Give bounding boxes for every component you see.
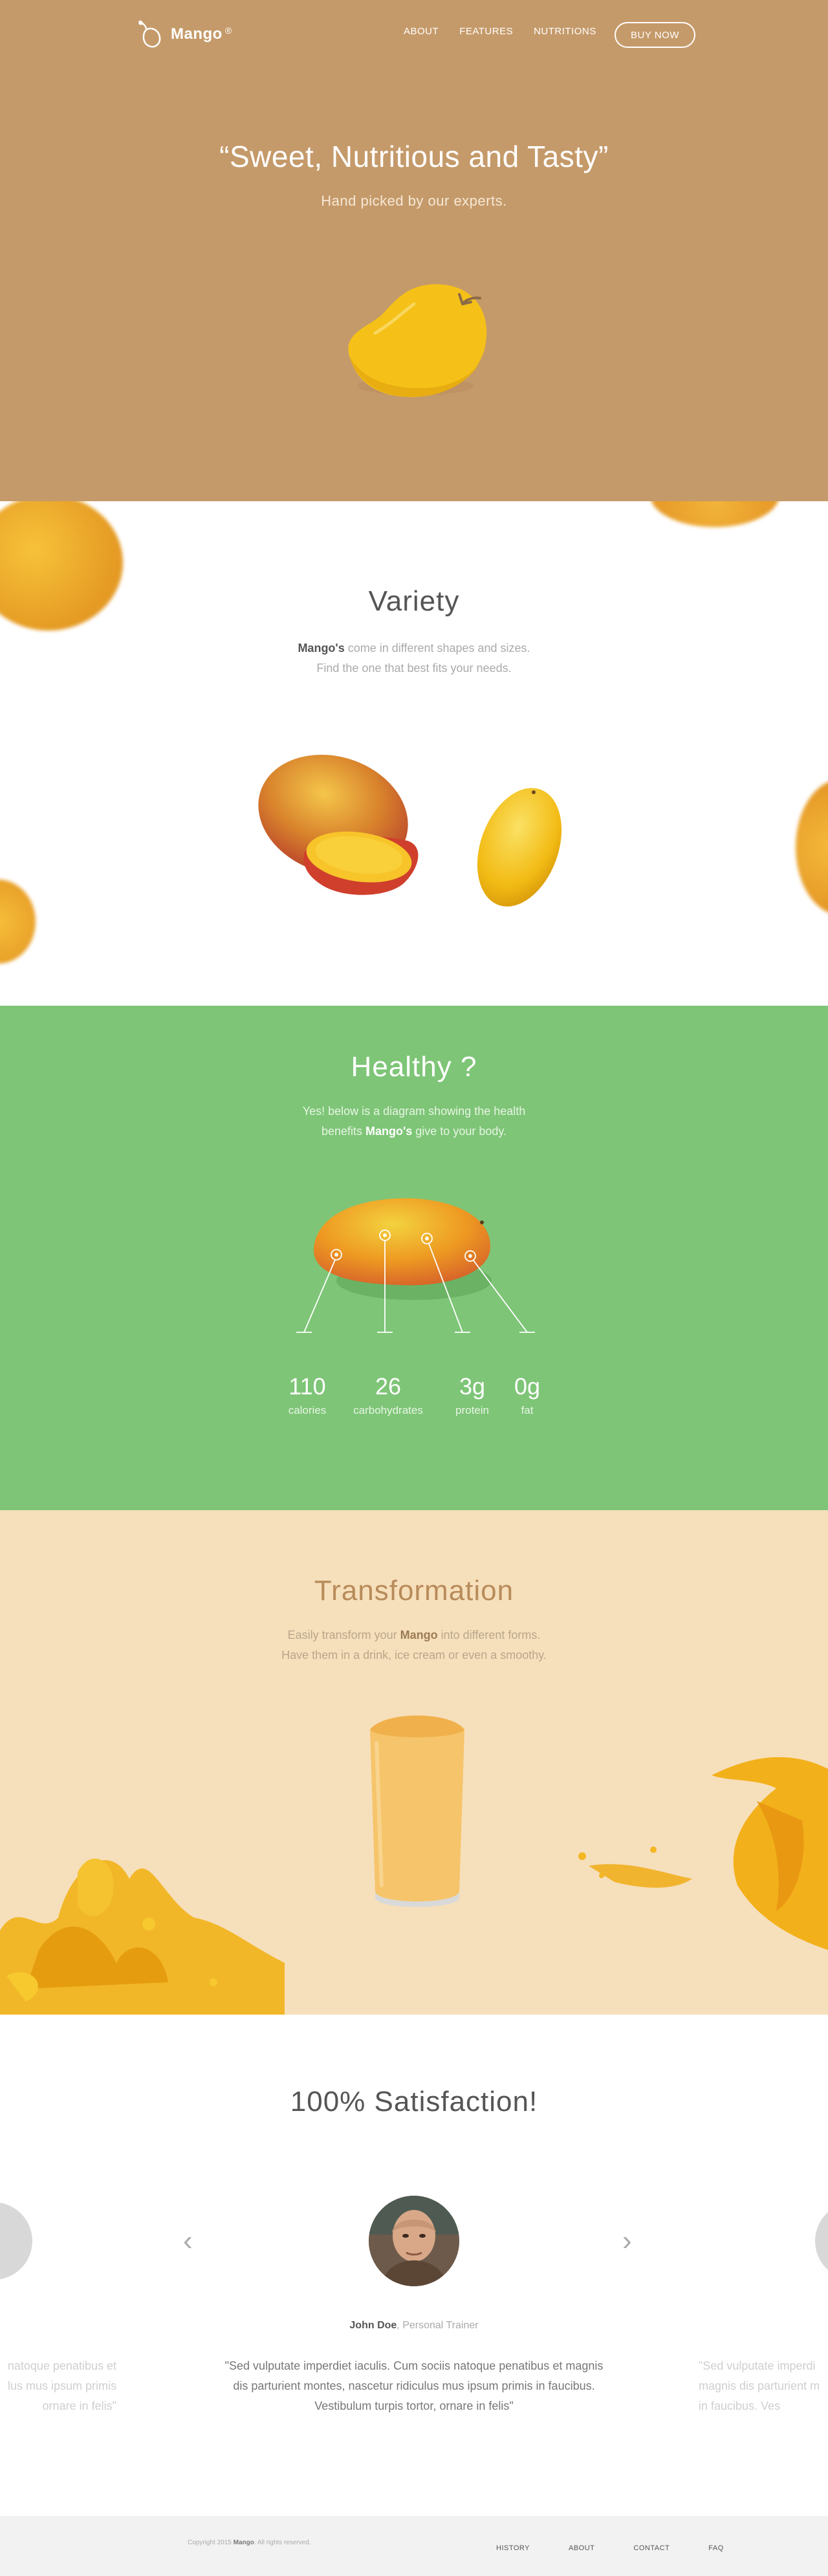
nutrition-diagram bbox=[296, 1198, 535, 1333]
blurred-mango-decoration bbox=[0, 880, 36, 964]
transformation-description: Easily transform your Mango into differe… bbox=[0, 1625, 828, 1665]
prev-testimonial-quote: natoque penatibus et lus mus ipsum primi… bbox=[7, 2359, 116, 2412]
footer-link-history[interactable]: HISTORY bbox=[496, 2544, 530, 2552]
stat-carbohydrates: 26 carbohydrates bbox=[346, 1373, 430, 1417]
copyright-text: Copyright 2015 Mango. All rights reserve… bbox=[188, 2539, 311, 2546]
testimonial-quote: "Sed vulputate imperdiet iaculis. Cum so… bbox=[224, 2359, 604, 2412]
nav-link-about[interactable]: ABOUT bbox=[404, 26, 439, 37]
healthy-text-post: give to your body. bbox=[412, 1125, 507, 1138]
variety-description: Mango's come in different shapes and siz… bbox=[0, 638, 828, 678]
next-testimonial-quote: "Sed vulputate imperdi magnis dis partur… bbox=[699, 2359, 820, 2412]
person-photo bbox=[369, 2196, 459, 2286]
author-name: John Doe bbox=[349, 2320, 397, 2331]
testimonial-author: John Doe, Personal Trainer bbox=[0, 2320, 828, 2332]
stat-value: 110 bbox=[289, 1373, 326, 1400]
nav-link-features[interactable]: FEATURES bbox=[459, 26, 513, 37]
healthy-text-line1: Yes! below is a diagram showing the heal… bbox=[302, 1105, 526, 1118]
variety-text: come in different shapes and sizes. bbox=[344, 642, 530, 655]
variety-text-line2: Find the one that best fits your needs. bbox=[316, 662, 512, 675]
footer-links: HISTORY ABOUT CONTACT FAQ bbox=[496, 2544, 763, 2552]
blurred-mango-decoration bbox=[650, 501, 779, 527]
smoothie-glass-image bbox=[370, 1715, 464, 1907]
stat-value: 0g bbox=[514, 1373, 541, 1400]
mango-varieties-image bbox=[258, 754, 562, 907]
transformation-text-pre: Easily transform your bbox=[287, 1629, 400, 1641]
avatar bbox=[369, 2196, 459, 2286]
blurred-mango-decoration bbox=[796, 779, 828, 915]
top-navigation: Mango ® ABOUT FEATURES NUTRITIONS BUY NO… bbox=[0, 0, 828, 71]
stat-value: 26 bbox=[375, 1373, 402, 1400]
stat-label: carbohydrates bbox=[353, 1404, 423, 1416]
footer-link-contact[interactable]: CONTACT bbox=[633, 2544, 670, 2552]
hero-section: Mango ® ABOUT FEATURES NUTRITIONS BUY NO… bbox=[0, 0, 828, 501]
stat-calories: 110 calories bbox=[281, 1373, 333, 1417]
hero-title: “Sweet, Nutritious and Tasty” bbox=[219, 140, 609, 173]
stat-value: 3g bbox=[459, 1373, 486, 1400]
healthy-title: Healthy ? bbox=[351, 1051, 477, 1083]
copyright-post: . All rights reserved. bbox=[254, 2539, 311, 2546]
mango-logo-icon bbox=[138, 20, 161, 48]
next-testimonial-avatar bbox=[815, 2202, 828, 2280]
transformation-bold: Mango bbox=[400, 1629, 438, 1641]
testimonial-section: 100% Satisfaction! ‹ › John Doe, Persona… bbox=[0, 2015, 828, 2516]
hero-subtitle: Hand picked by our experts. bbox=[321, 193, 507, 209]
healthy-description: Yes! below is a diagram showing the heal… bbox=[0, 1101, 828, 1142]
healthy-bold: Mango's bbox=[365, 1125, 413, 1138]
variety-section: Variety Mango's come in different shapes… bbox=[0, 501, 828, 1006]
mango-splash-left-image bbox=[0, 1858, 285, 2015]
healthy-section: Healthy ? Yes! below is a diagram showin… bbox=[0, 1006, 828, 1510]
chevron-right-icon[interactable]: › bbox=[622, 2225, 632, 2257]
footer: Copyright 2015 Mango. All rights reserve… bbox=[0, 2516, 828, 2576]
variety-bold: Mango's bbox=[298, 642, 345, 655]
brand-name: Mango bbox=[171, 25, 223, 43]
healthy-text-pre: benefits bbox=[321, 1125, 365, 1138]
transformation-section: Transformation Easily transform your Man… bbox=[0, 1510, 828, 2015]
transformation-title: Transformation bbox=[314, 1575, 514, 1607]
stat-label: calories bbox=[288, 1404, 327, 1416]
mango-splash-right-image bbox=[578, 1757, 828, 1950]
chevron-left-icon[interactable]: ‹ bbox=[183, 2225, 193, 2257]
stat-label: fat bbox=[521, 1404, 534, 1416]
satisfaction-title: 100% Satisfaction! bbox=[290, 2086, 538, 2117]
copyright-brand: Mango bbox=[233, 2539, 254, 2546]
stat-label: protein bbox=[455, 1404, 489, 1416]
brand-logo[interactable]: Mango ® bbox=[137, 19, 232, 49]
stat-fat: 0g fat bbox=[505, 1373, 550, 1417]
main-menu: ABOUT FEATURES NUTRITIONS bbox=[404, 26, 617, 37]
transformation-text-post: into different forms. bbox=[437, 1629, 541, 1641]
prev-testimonial-avatar bbox=[0, 2202, 32, 2280]
variety-title: Variety bbox=[368, 585, 460, 617]
hero-mango-illustration bbox=[348, 284, 487, 397]
copyright-pre: Copyright 2015 bbox=[188, 2539, 234, 2546]
author-role: , Personal Trainer bbox=[397, 2320, 479, 2331]
footer-link-faq[interactable]: FAQ bbox=[708, 2544, 724, 2552]
buy-now-button[interactable]: BUY NOW bbox=[615, 22, 695, 48]
nav-link-nutritions[interactable]: NUTRITIONS bbox=[534, 26, 596, 37]
transformation-text-line2: Have them in a drink, ice cream or even … bbox=[281, 1649, 547, 1661]
registered-mark: ® bbox=[224, 25, 232, 36]
footer-link-about[interactable]: ABOUT bbox=[569, 2544, 594, 2552]
stat-protein: 3g protein bbox=[446, 1373, 498, 1417]
